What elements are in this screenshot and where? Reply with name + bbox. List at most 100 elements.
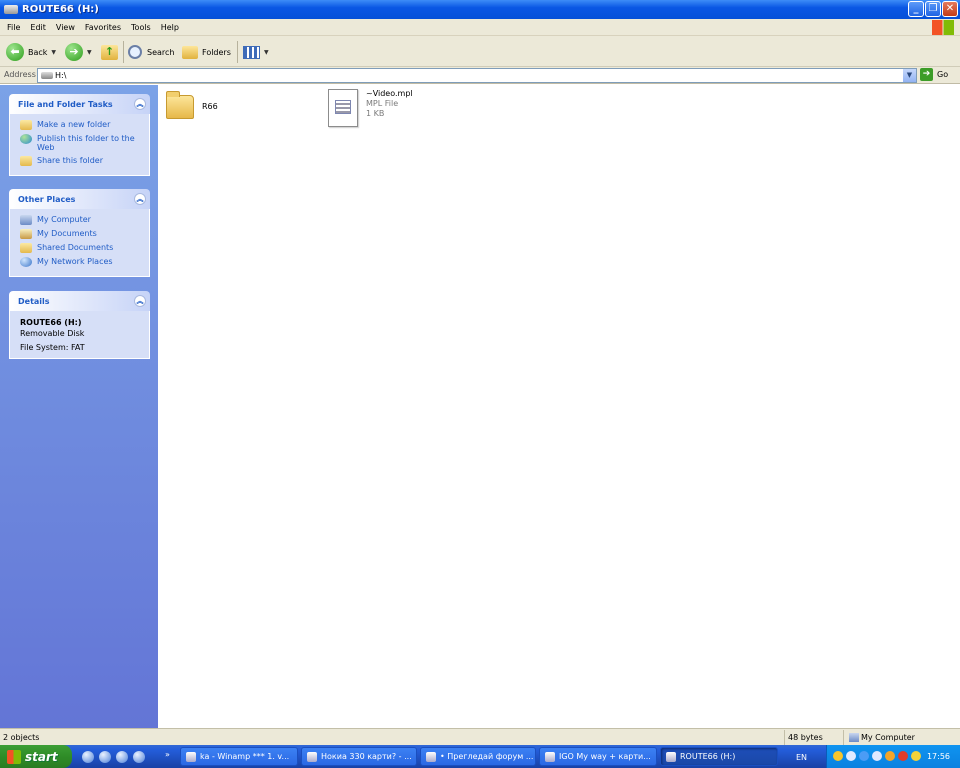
quicklaunch-browser-icon[interactable] — [99, 751, 111, 763]
search-icon — [128, 45, 142, 59]
panel-header[interactable]: Details ︽ — [9, 291, 150, 311]
go-label: Go — [937, 70, 949, 79]
taskbar-button-label: Нокиа 330 карти? - ... — [321, 752, 412, 761]
drive-icon — [41, 72, 53, 79]
clock[interactable]: 17:56 — [927, 752, 950, 761]
collapse-chevron-icon[interactable]: ︽ — [134, 98, 146, 110]
my-computer-icon — [849, 733, 859, 742]
taskbar-button-label: ROUTE66 (H:) — [680, 752, 736, 761]
file-folder-tasks-panel: File and Folder Tasks ︽ Make a new folde… — [9, 94, 150, 176]
tray-icon[interactable] — [911, 751, 921, 761]
panel-header[interactable]: Other Places ︽ — [9, 189, 150, 209]
menu-tools[interactable]: Tools — [131, 23, 151, 32]
taskbar-button-nokia[interactable]: Нокиа 330 карти? - ... — [301, 747, 417, 766]
up-folder-icon: ↑ — [101, 44, 118, 60]
place-label: My Documents — [37, 229, 97, 238]
taskbar-button-forum[interactable]: • Прегледай форум ... — [420, 747, 536, 766]
windows-logo-icon — [932, 20, 954, 35]
tray-icon[interactable] — [898, 751, 908, 761]
go-button[interactable]: ➔ Go — [920, 68, 948, 81]
back-label: Back — [28, 47, 48, 57]
menu-bar: File Edit View Favorites Tools Help — [0, 19, 960, 36]
shared-documents-icon — [20, 243, 32, 253]
menu-help[interactable]: Help — [161, 23, 179, 32]
folders-button[interactable]: Folders — [182, 41, 231, 63]
file-item-r66[interactable]: R66 — [166, 91, 218, 119]
toolbar-separator — [123, 41, 124, 63]
details-file-system: File System: FAT — [20, 343, 85, 352]
status-location: My Computer — [861, 733, 915, 742]
minimize-button[interactable]: _ — [908, 1, 924, 17]
views-button[interactable]: ▼ — [243, 41, 269, 63]
quicklaunch-expand-icon[interactable]: » — [165, 750, 170, 759]
tray-icon[interactable] — [885, 751, 895, 761]
address-input[interactable]: H:\ ▼ — [37, 68, 917, 83]
task-label: Make a new folder — [37, 120, 111, 129]
my-computer-icon — [20, 215, 32, 225]
menu-view[interactable]: View — [56, 23, 75, 32]
toolbar: ⬅ Back ▼ ➔ ▼ ↑ Search Folders ▼ — [0, 36, 960, 67]
folder-icon — [166, 91, 194, 119]
taskbar-button-route66[interactable]: ROUTE66 (H:) — [660, 747, 778, 766]
menu-file[interactable]: File — [7, 23, 20, 32]
windows-flag-icon — [7, 749, 21, 764]
place-my-network-places[interactable]: My Network Places — [20, 257, 141, 267]
file-name: R66 — [202, 102, 218, 111]
details-type: Removable Disk — [20, 329, 85, 338]
views-dropdown-icon[interactable]: ▼ — [264, 49, 269, 56]
forward-dropdown-icon[interactable]: ▼ — [87, 49, 92, 56]
tray-icon[interactable] — [859, 751, 869, 761]
back-button[interactable]: ⬅ Back ▼ — [6, 41, 56, 63]
task-pane: File and Folder Tasks ︽ Make a new folde… — [0, 85, 158, 728]
folders-label: Folders — [202, 47, 231, 57]
start-button[interactable]: start — [0, 745, 72, 768]
drive-icon — [666, 751, 676, 762]
place-my-documents[interactable]: My Documents — [20, 229, 141, 239]
menu-favorites[interactable]: Favorites — [85, 23, 121, 32]
place-label: Shared Documents — [37, 243, 114, 252]
panel-title: File and Folder Tasks — [18, 99, 113, 109]
language-indicator[interactable]: EN — [796, 753, 807, 762]
collapse-chevron-icon[interactable]: ︽ — [134, 295, 146, 307]
taskbar: start » ka - Winamp *** 1. v... Нокиа 33… — [0, 745, 960, 768]
taskbar-button-winamp[interactable]: ka - Winamp *** 1. v... — [180, 747, 298, 766]
task-make-new-folder[interactable]: Make a new folder — [20, 120, 141, 130]
panel-header[interactable]: File and Folder Tasks ︽ — [9, 94, 150, 114]
task-publish-folder[interactable]: Publish this folder to the Web — [20, 134, 141, 152]
quicklaunch-ie-icon[interactable] — [82, 751, 94, 763]
taskbar-button-igo[interactable]: IGO My way + карти... — [539, 747, 657, 766]
quicklaunch-media-icon[interactable] — [133, 751, 145, 763]
search-label: Search — [147, 47, 175, 57]
address-dropdown-icon[interactable]: ▼ — [903, 69, 916, 82]
window-title: ROUTE66 (H:) — [22, 4, 99, 15]
restore-button[interactable]: ❐ — [925, 1, 941, 17]
quicklaunch-messenger-icon[interactable] — [116, 751, 128, 763]
address-label: Address — [4, 70, 36, 79]
file-item-video-mpl[interactable]: ~Video.mpl MPL File 1 KB — [328, 89, 413, 127]
tray-icon[interactable] — [833, 751, 843, 761]
network-places-icon — [20, 257, 32, 267]
place-label: My Network Places — [37, 257, 113, 266]
taskbar-button-label: ka - Winamp *** 1. v... — [200, 752, 290, 761]
task-share-folder[interactable]: Share this folder — [20, 156, 141, 166]
menu-edit[interactable]: Edit — [30, 23, 46, 32]
file-type: MPL File — [366, 99, 399, 108]
browser-icon — [426, 751, 436, 762]
details-name: ROUTE66 (H:) — [20, 318, 82, 327]
back-dropdown-icon[interactable]: ▼ — [51, 49, 56, 56]
start-label: start — [25, 749, 58, 764]
task-label: Publish this folder to the Web — [37, 134, 135, 152]
tray-icon[interactable] — [846, 751, 856, 761]
publish-web-icon — [20, 134, 32, 144]
place-my-computer[interactable]: My Computer — [20, 215, 141, 225]
forward-button[interactable]: ➔ ▼ — [65, 41, 92, 63]
search-button[interactable]: Search — [128, 41, 174, 63]
up-folder-button[interactable]: ↑ — [101, 41, 118, 63]
address-value: H:\ — [55, 71, 67, 80]
close-button[interactable]: ✕ — [942, 1, 958, 17]
place-shared-documents[interactable]: Shared Documents — [20, 243, 141, 253]
go-arrow-icon: ➔ — [920, 68, 933, 81]
tray-icon[interactable] — [872, 751, 882, 761]
taskbar-button-label: IGO My way + карти... — [559, 752, 651, 761]
collapse-chevron-icon[interactable]: ︽ — [134, 193, 146, 205]
